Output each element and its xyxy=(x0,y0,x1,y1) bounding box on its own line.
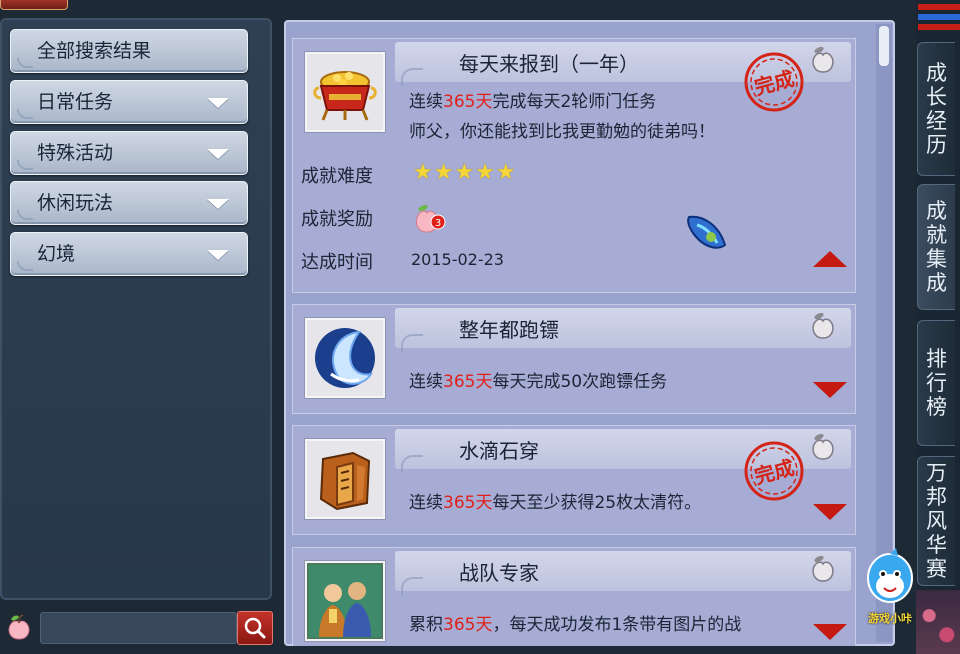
achievement-description: 连续365天每天至少获得25枚太清符。 xyxy=(409,493,702,513)
peach-icon xyxy=(8,614,30,640)
treasure-bowl-icon xyxy=(313,71,377,121)
tab-label: 成就集成 xyxy=(926,199,947,295)
flower-decoration xyxy=(916,590,960,654)
rail-decoration xyxy=(918,24,960,30)
achievement-title: 每天来报到（一年） xyxy=(459,52,639,76)
achievement-description: 累积365天，每天成功发布1条带有图片的战 xyxy=(409,615,742,635)
expand-arrow[interactable] xyxy=(813,382,847,398)
swirl-ornament xyxy=(17,58,33,68)
swirl-ornament xyxy=(17,261,33,271)
reward-peach[interactable]: 3 xyxy=(411,199,447,235)
time-label: 达成时间 xyxy=(301,252,373,273)
search-icon xyxy=(244,617,266,639)
chevron-down-icon xyxy=(207,98,229,108)
collapse-arrow[interactable] xyxy=(813,251,847,267)
category-label: 幻境 xyxy=(37,243,76,265)
svg-text:完成: 完成 xyxy=(752,66,797,100)
peach-icon xyxy=(812,312,834,339)
chevron-down-icon xyxy=(207,250,229,260)
category-special-events[interactable]: 特殊活动 xyxy=(10,131,248,175)
reward-peach-button[interactable] xyxy=(807,309,839,341)
swirl-ornament xyxy=(17,160,33,170)
tab-achievements[interactable]: 成就集成 xyxy=(917,184,955,310)
svg-text:完成: 完成 xyxy=(752,455,797,489)
crescent-moon-icon xyxy=(315,328,375,388)
stone-tablet-icon xyxy=(319,451,371,511)
search-button[interactable] xyxy=(237,611,273,645)
achievement-card[interactable]: 每天来报到（一年） 连续365天完成每天2轮师门任务 师父，你还能找到比我更勤勉… xyxy=(292,38,856,293)
category-daily-tasks[interactable]: 日常任务 xyxy=(10,80,248,124)
achievement-description: 连续365天每天完成50次跑镖任务 xyxy=(409,372,668,392)
achievement-title: 整年都跑镖 xyxy=(459,318,559,342)
completed-stamp: 完成 xyxy=(744,441,804,501)
reward-count: 3 xyxy=(435,218,441,229)
swirl-ornament xyxy=(17,210,33,220)
achievement-card[interactable]: 战队专家 累积365天，每天成功发布1条带有图片的战 xyxy=(292,547,856,646)
difficulty-label: 成就难度 xyxy=(301,166,373,187)
reward-label: 成就奖励 xyxy=(301,209,373,230)
rail-decoration xyxy=(918,14,960,20)
completed-stamp: 完成 xyxy=(744,52,804,112)
scrollbar-thumb[interactable] xyxy=(879,26,889,66)
chevron-down-icon xyxy=(207,149,229,159)
tab-label: 万邦风华赛 xyxy=(926,461,947,581)
peach-icon xyxy=(812,555,834,582)
watermark-text: 游戏小咔 xyxy=(868,612,912,625)
reward-peach-button[interactable] xyxy=(807,552,839,584)
achievement-flavor-text: 师父，你还能找到比我更勤勉的徒弟吗！ xyxy=(409,122,715,142)
peach-icon xyxy=(812,433,834,460)
category-illusion[interactable]: 幻境 xyxy=(10,232,248,276)
category-all-results[interactable]: 全部搜索结果 xyxy=(10,29,248,73)
tab-label: 排行榜 xyxy=(926,347,947,419)
achievement-description: 连续365天完成每天2轮师门任务 xyxy=(409,92,657,112)
achievement-icon-frame xyxy=(305,439,385,519)
reward-peach-button[interactable] xyxy=(807,43,839,75)
tab-wanbang-contest[interactable]: 万邦风华赛 xyxy=(917,456,955,586)
completion-date: 2015-02-23 xyxy=(411,250,504,269)
category-label: 特殊活动 xyxy=(37,142,114,164)
expand-arrow[interactable] xyxy=(813,624,847,640)
category-leisure[interactable]: 休闲玩法 xyxy=(10,181,248,225)
achievement-card[interactable]: 整年都跑镖 连续365天每天完成50次跑镖任务 xyxy=(292,304,856,414)
achievement-title: 水滴石穿 xyxy=(459,439,539,463)
achievement-icon-frame xyxy=(305,52,385,132)
gem-feather-icon xyxy=(687,215,727,249)
peach-icon: 3 xyxy=(415,204,446,233)
category-label: 休闲玩法 xyxy=(37,192,114,214)
tab-label: 成长经历 xyxy=(926,61,947,157)
reward-peach-button[interactable] xyxy=(807,430,839,462)
tab-growth-history[interactable]: 成长经历 xyxy=(917,42,955,176)
achievement-icon-frame xyxy=(305,561,385,641)
search-input[interactable] xyxy=(40,612,237,644)
peach-icon xyxy=(812,46,834,73)
team-warriors-icon xyxy=(309,565,381,637)
category-label: 全部搜索结果 xyxy=(37,40,152,62)
chevron-down-icon xyxy=(207,199,229,209)
tab-leaderboard[interactable]: 排行榜 xyxy=(917,320,955,446)
dolphin-mascot-icon xyxy=(867,548,913,603)
achievement-title: 战队专家 xyxy=(459,561,539,585)
all-tab-remnant[interactable] xyxy=(0,0,68,10)
category-label: 日常任务 xyxy=(37,91,114,113)
difficulty-stars: ★★★★★ xyxy=(413,160,517,185)
expand-arrow[interactable] xyxy=(813,504,847,520)
achievement-icon-frame xyxy=(305,318,385,398)
swirl-ornament xyxy=(17,109,33,119)
achievement-card[interactable]: 水滴石穿 连续365天每天至少获得25枚太清符。 完成 xyxy=(292,425,856,535)
rail-decoration xyxy=(918,4,960,10)
